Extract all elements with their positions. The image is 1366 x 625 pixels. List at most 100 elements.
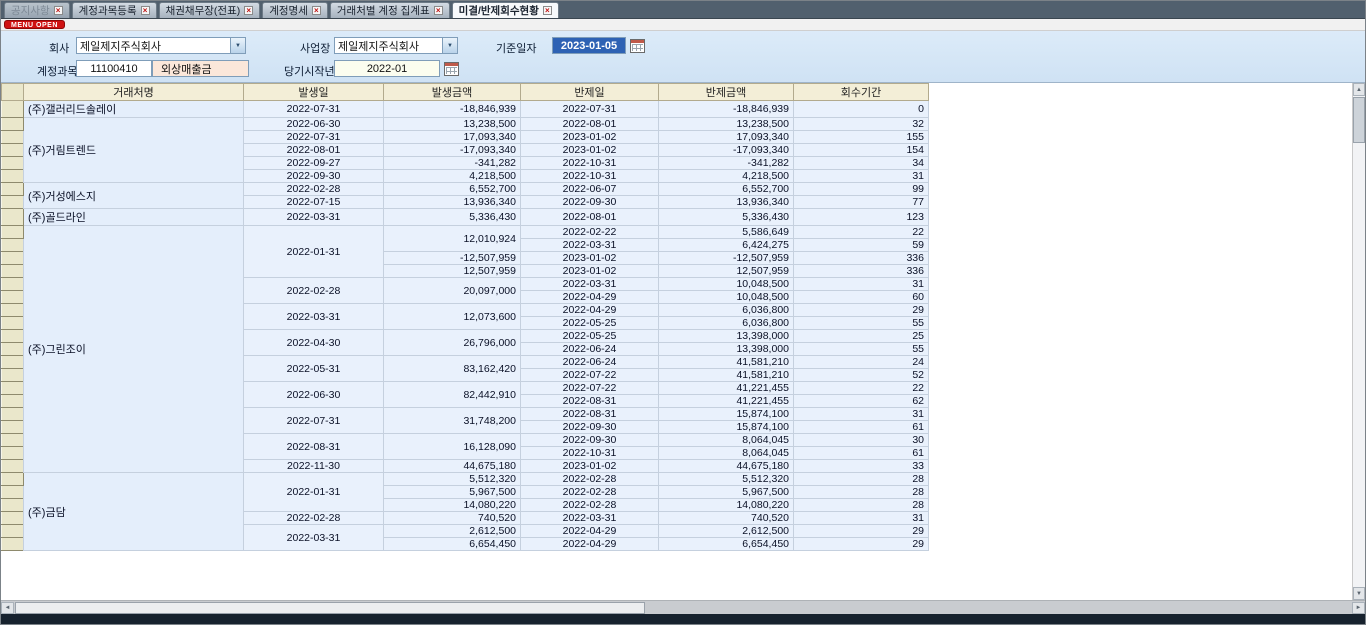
row-selector-button[interactable]: [2, 144, 24, 157]
cell-settle-amount[interactable]: 41,221,455: [659, 395, 794, 408]
period-start-input[interactable]: [334, 60, 440, 77]
row-selector-button[interactable]: [2, 291, 24, 304]
cell-occur-date[interactable]: 2022-03-31: [244, 525, 384, 551]
cell-collection-days[interactable]: 61: [794, 447, 929, 460]
cell-settle-amount[interactable]: 8,064,045: [659, 447, 794, 460]
calendar-icon[interactable]: [630, 39, 645, 53]
cell-settle-date[interactable]: 2022-10-31: [521, 170, 659, 183]
cell-occur-date[interactable]: 2022-01-31: [244, 226, 384, 278]
cell-collection-days[interactable]: 0: [794, 101, 929, 118]
row-selector-button[interactable]: [2, 434, 24, 447]
cell-settle-date[interactable]: 2022-05-25: [521, 330, 659, 343]
cell-occur-amount[interactable]: 26,796,000: [384, 330, 521, 356]
cell-settle-amount[interactable]: 13,398,000: [659, 330, 794, 343]
row-selector-button[interactable]: [2, 101, 24, 118]
tab-close-icon[interactable]: ×: [244, 6, 253, 15]
row-selector-button[interactable]: [2, 538, 24, 551]
column-header[interactable]: 반제금액: [659, 84, 794, 101]
scroll-left-icon[interactable]: ◄: [1, 602, 14, 614]
cell-occur-amount[interactable]: 6,654,450: [384, 538, 521, 551]
cell-settle-amount[interactable]: -17,093,340: [659, 144, 794, 157]
cell-collection-days[interactable]: 99: [794, 183, 929, 196]
cell-settle-amount[interactable]: -341,282: [659, 157, 794, 170]
company-select[interactable]: 제일제지주식회사 ▼: [76, 37, 246, 54]
cell-occur-amount[interactable]: 12,073,600: [384, 304, 521, 330]
row-selector-button[interactable]: [2, 343, 24, 356]
tab-item[interactable]: 계정과목등록×: [72, 2, 157, 18]
tab-close-icon[interactable]: ×: [312, 6, 321, 15]
chevron-down-icon[interactable]: ▼: [230, 38, 245, 53]
row-selector-button[interactable]: [2, 209, 24, 226]
cell-settle-date[interactable]: 2023-01-02: [521, 144, 659, 157]
cell-settle-amount[interactable]: 6,552,700: [659, 183, 794, 196]
cell-settle-date[interactable]: 2022-08-01: [521, 118, 659, 131]
cell-settle-amount[interactable]: 13,398,000: [659, 343, 794, 356]
cell-occur-date[interactable]: 2022-07-31: [244, 131, 384, 144]
account-code-input[interactable]: [76, 60, 152, 77]
cell-settle-amount[interactable]: 4,218,500: [659, 170, 794, 183]
column-header[interactable]: 발생일: [244, 84, 384, 101]
cell-settle-date[interactable]: 2022-10-31: [521, 447, 659, 460]
row-selector-button[interactable]: [2, 239, 24, 252]
account-name-field[interactable]: [152, 60, 249, 77]
cell-occur-amount[interactable]: -12,507,959: [384, 252, 521, 265]
calendar-icon[interactable]: [444, 62, 459, 76]
row-selector-button[interactable]: [2, 265, 24, 278]
cell-settle-amount[interactable]: 15,874,100: [659, 408, 794, 421]
cell-occur-amount[interactable]: 5,336,430: [384, 209, 521, 226]
cell-settle-date[interactable]: 2022-05-25: [521, 317, 659, 330]
cell-occur-date[interactable]: 2022-02-28: [244, 278, 384, 304]
cell-occur-date[interactable]: 2022-06-30: [244, 382, 384, 408]
cell-settle-amount[interactable]: 13,238,500: [659, 118, 794, 131]
row-selector-button[interactable]: [2, 499, 24, 512]
cell-settle-amount[interactable]: 15,874,100: [659, 421, 794, 434]
cell-collection-days[interactable]: 28: [794, 473, 929, 486]
cell-settle-date[interactable]: 2022-04-29: [521, 538, 659, 551]
cell-collection-days[interactable]: 155: [794, 131, 929, 144]
cell-occur-amount[interactable]: 14,080,220: [384, 499, 521, 512]
cell-collection-days[interactable]: 28: [794, 486, 929, 499]
row-selector-button[interactable]: [2, 131, 24, 144]
cell-settle-amount[interactable]: 5,512,320: [659, 473, 794, 486]
cell-collection-days[interactable]: 55: [794, 343, 929, 356]
cell-customer-name[interactable]: (주)갤러리드솔레이: [24, 101, 244, 118]
column-header[interactable]: 발생금액: [384, 84, 521, 101]
cell-occur-amount[interactable]: 20,097,000: [384, 278, 521, 304]
cell-occur-date[interactable]: 2022-08-31: [244, 434, 384, 460]
cell-collection-days[interactable]: 60: [794, 291, 929, 304]
cell-occur-date[interactable]: 2022-07-15: [244, 196, 384, 209]
cell-settle-amount[interactable]: 8,064,045: [659, 434, 794, 447]
cell-settle-amount[interactable]: 10,048,500: [659, 291, 794, 304]
cell-settle-date[interactable]: 2022-07-31: [521, 101, 659, 118]
row-selector-button[interactable]: [2, 356, 24, 369]
cell-settle-date[interactable]: 2023-01-02: [521, 460, 659, 473]
cell-collection-days[interactable]: 154: [794, 144, 929, 157]
cell-collection-days[interactable]: 29: [794, 304, 929, 317]
cell-settle-date[interactable]: 2022-04-29: [521, 304, 659, 317]
row-selector-button[interactable]: [2, 525, 24, 538]
cell-collection-days[interactable]: 33: [794, 460, 929, 473]
cell-collection-days[interactable]: 31: [794, 278, 929, 291]
cell-occur-amount[interactable]: -18,846,939: [384, 101, 521, 118]
scroll-right-icon[interactable]: ►: [1352, 602, 1365, 614]
cell-collection-days[interactable]: 55: [794, 317, 929, 330]
cell-collection-days[interactable]: 52: [794, 369, 929, 382]
cell-collection-days[interactable]: 336: [794, 252, 929, 265]
cell-occur-amount[interactable]: 5,967,500: [384, 486, 521, 499]
cell-customer-name[interactable]: (주)금담: [24, 473, 244, 551]
cell-settle-amount[interactable]: 10,048,500: [659, 278, 794, 291]
cell-settle-amount[interactable]: 41,581,210: [659, 369, 794, 382]
cell-settle-amount[interactable]: -12,507,959: [659, 252, 794, 265]
cell-settle-amount[interactable]: 5,586,649: [659, 226, 794, 239]
cell-occur-amount[interactable]: 12,010,924: [384, 226, 521, 252]
chevron-down-icon[interactable]: ▼: [442, 38, 457, 53]
cell-collection-days[interactable]: 25: [794, 330, 929, 343]
cell-collection-days[interactable]: 61: [794, 421, 929, 434]
cell-collection-days[interactable]: 30: [794, 434, 929, 447]
cell-settle-amount[interactable]: 6,036,800: [659, 304, 794, 317]
cell-collection-days[interactable]: 24: [794, 356, 929, 369]
cell-settle-date[interactable]: 2022-02-28: [521, 499, 659, 512]
tab-item[interactable]: 공지사항×: [4, 2, 70, 18]
column-header[interactable]: 거래처명: [24, 84, 244, 101]
cell-customer-name[interactable]: (주)거림트렌드: [24, 118, 244, 183]
